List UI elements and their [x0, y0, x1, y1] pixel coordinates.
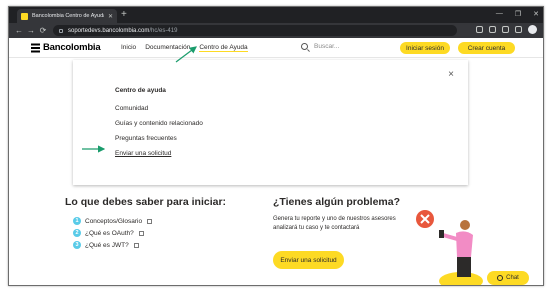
menu-item-guias[interactable]: Guías y contenido relacionado: [115, 120, 203, 127]
support-illustration: [416, 210, 483, 285]
external-link-icon: [147, 218, 153, 224]
chat-icon: [497, 275, 504, 281]
list-item[interactable]: 2 ¿Qué es OAuth?: [73, 227, 152, 239]
extensions-icon[interactable]: [502, 26, 509, 33]
logo-text: Bancolombia: [43, 42, 101, 53]
url-host: soportedevs.bancolombia.com: [68, 27, 150, 34]
number-badge: 2: [73, 229, 81, 237]
bancolombia-logo-icon: [31, 43, 40, 52]
create-account-button[interactable]: Crear cuenta: [458, 42, 515, 54]
search-placeholder: Buscar...: [314, 43, 340, 50]
close-icon[interactable]: ×: [448, 70, 454, 80]
tab-title: Bancolombia Centro de Ayuda | ...: [32, 13, 104, 19]
tab-strip: Bancolombia Centro de Ayuda | ... ✕ + — …: [9, 7, 543, 23]
new-tab-button[interactable]: +: [121, 9, 127, 21]
menu-item-preguntas[interactable]: Preguntas frecuentes: [115, 135, 177, 142]
search-field[interactable]: Buscar...: [301, 43, 339, 50]
nav-inicio[interactable]: Inicio: [121, 44, 136, 52]
browser-tab[interactable]: Bancolombia Centro de Ayuda | ... ✕: [17, 9, 117, 23]
search-icon: [301, 43, 308, 50]
main-nav: Inicio Documentación Centro de Ayuda: [121, 44, 248, 52]
profile-avatar[interactable]: [528, 25, 537, 34]
menu-item-comunidad[interactable]: Comunidad: [115, 105, 148, 112]
number-badge: 1: [73, 217, 81, 225]
url-path: /hc/es-419: [149, 27, 178, 34]
help-center-dropdown: × Centro de ayuda Comunidad Guías y cont…: [73, 60, 468, 185]
problem-description: Genera tu reporte y uno de nuestros ases…: [273, 216, 396, 231]
bookmark-icon[interactable]: [489, 26, 496, 33]
minimize-icon[interactable]: —: [496, 10, 503, 18]
nav-documentacion[interactable]: Documentación: [145, 44, 190, 52]
external-link-icon: [138, 230, 144, 236]
list-item-label: Conceptos/Glosario: [85, 217, 143, 225]
lock-icon: [59, 28, 63, 33]
login-button[interactable]: Iniciar sesión: [400, 42, 450, 54]
close-window-icon[interactable]: ✕: [533, 10, 539, 18]
restore-icon[interactable]: ❐: [515, 10, 521, 18]
list-item-label: ¿Qué es JWT?: [85, 241, 129, 249]
list-item[interactable]: 3 ¿Qué es JWT?: [73, 239, 152, 251]
list-item[interactable]: 1 Conceptos/Glosario: [73, 215, 153, 227]
favicon-icon: [21, 12, 28, 20]
address-bar[interactable]: soportedevs.bancolombia.com /hc/es-419: [53, 25, 457, 36]
back-icon[interactable]: ←: [13, 26, 25, 35]
tab-close-icon[interactable]: ✕: [108, 13, 113, 20]
send-request-button[interactable]: Enviar una solicitud: [273, 251, 344, 269]
dropdown-title: Centro de ayuda: [115, 87, 166, 94]
chat-button[interactable]: Chat: [487, 271, 529, 285]
browser-toolbar: ← → ⟳ soportedevs.bancolombia.com /hc/es…: [9, 23, 543, 38]
share-icon[interactable]: [476, 26, 483, 33]
problem-title: ¿Tienes algún problema?: [273, 196, 400, 208]
sidebar-icon[interactable]: [515, 26, 522, 33]
chat-label: Chat: [506, 275, 519, 281]
logo[interactable]: Bancolombia: [31, 42, 101, 53]
learn-list: 1 Conceptos/Glosario 2 ¿Qué es OAuth? 3 …: [73, 215, 153, 251]
site-header: Bancolombia Inicio Documentación Centro …: [9, 38, 543, 58]
nav-centro-de-ayuda[interactable]: Centro de Ayuda: [199, 44, 248, 52]
menu-item-enviar-solicitud[interactable]: Enviar una solicitud: [115, 150, 171, 157]
list-item-label: ¿Qué es OAuth?: [85, 229, 134, 237]
reload-icon[interactable]: ⟳: [37, 26, 49, 35]
external-link-icon: [133, 242, 139, 248]
number-badge: 3: [73, 241, 81, 249]
toolbar-right-icons: [476, 25, 537, 34]
forward-icon[interactable]: →: [25, 26, 37, 35]
window-controls: — ❐ ✕: [496, 10, 539, 18]
learn-title: Lo que debes saber para iniciar:: [65, 196, 227, 208]
browser-window: Bancolombia Centro de Ayuda | ... ✕ + — …: [8, 6, 544, 286]
